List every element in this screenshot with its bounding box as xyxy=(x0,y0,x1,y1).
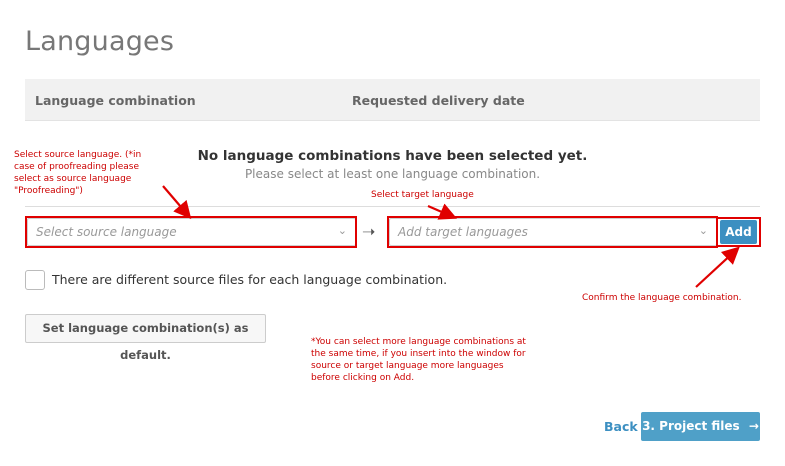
arrow-to-source xyxy=(162,185,192,220)
arrow-to-add xyxy=(695,246,740,288)
annotation-arrows xyxy=(162,185,740,288)
arrow-to-target xyxy=(427,203,458,220)
